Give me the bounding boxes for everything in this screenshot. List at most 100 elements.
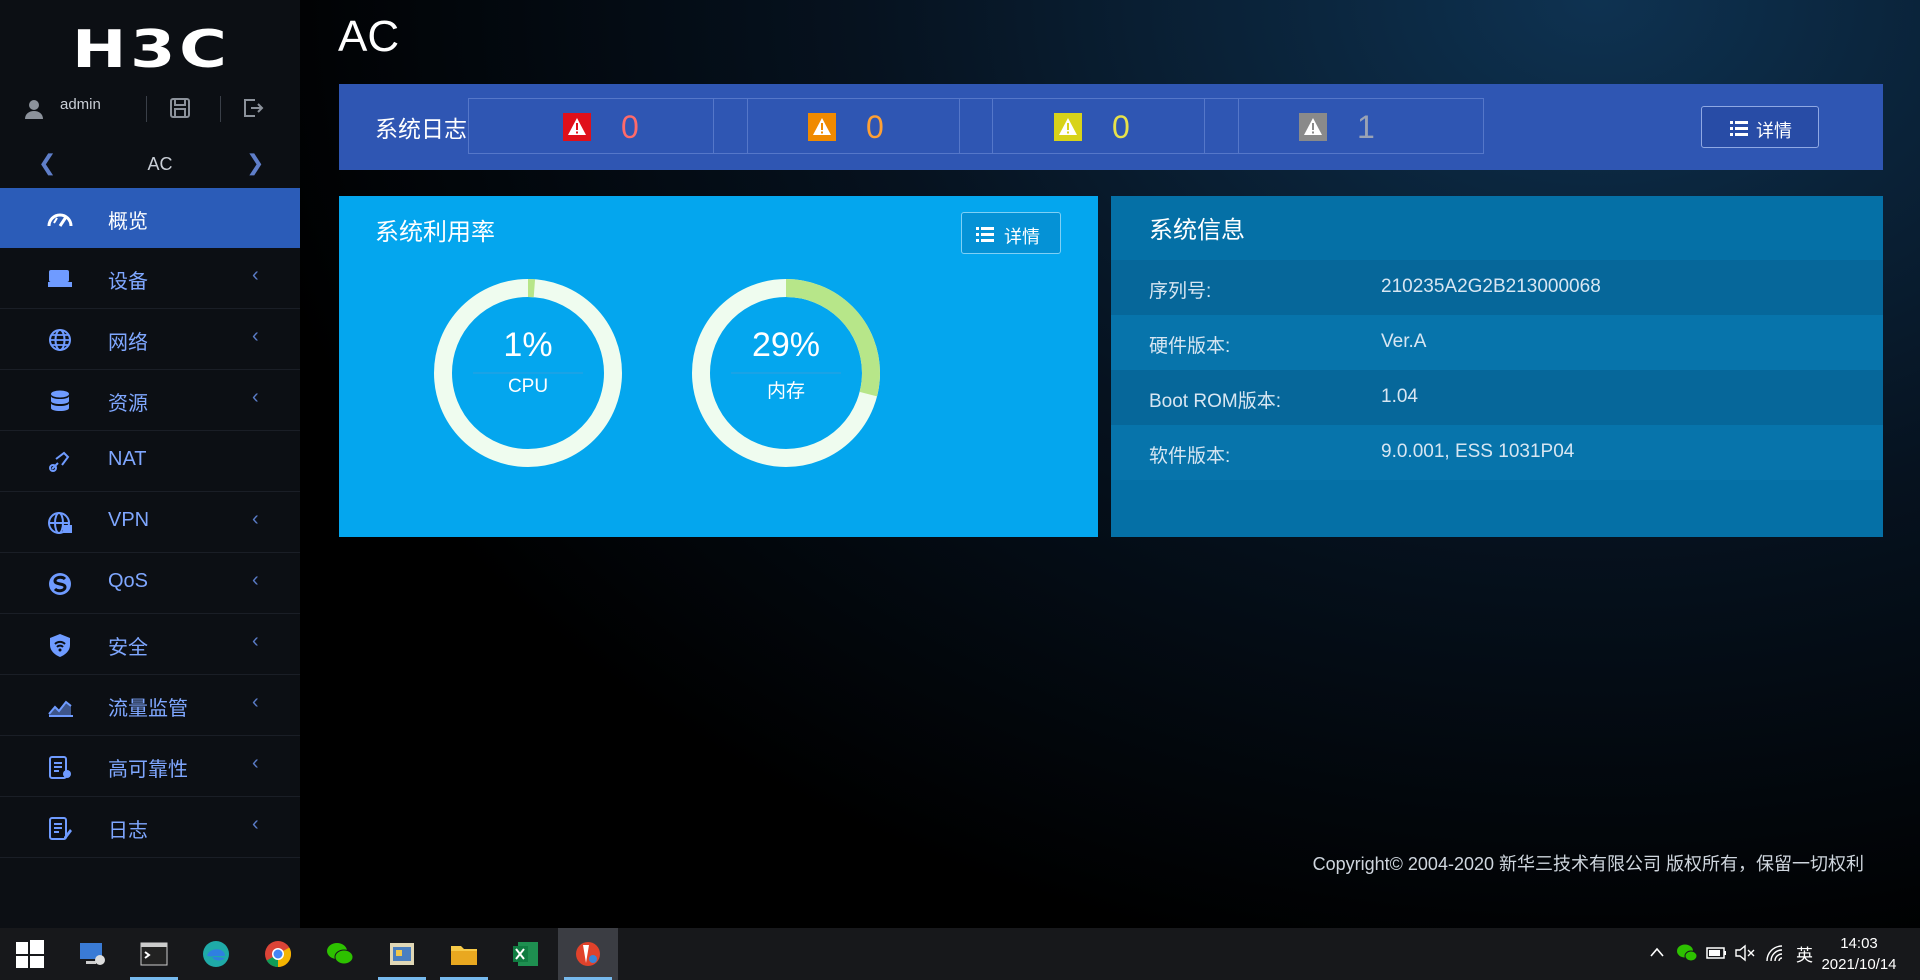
log-count: 0 [866,109,884,145]
ime-indicator[interactable]: 英 [1796,941,1813,966]
taskbar-app[interactable] [496,928,556,980]
user-icon [25,100,43,119]
log-detail-button[interactable]: 详情 [1701,106,1819,148]
warning-icon [1299,113,1327,141]
taskbar-app[interactable] [248,928,308,980]
log-level-box[interactable]: 0 [468,98,748,154]
page-title: AC [338,12,400,61]
network-icon[interactable] [1764,943,1786,963]
nav-item-9[interactable]: 高可靠性 ‹ [0,736,300,797]
gauge-ring [692,279,880,467]
warning-icon [563,113,591,141]
nav-item-label: 安全 [108,637,148,659]
chevron-right-icon[interactable]: ❯ [246,150,264,176]
usage-gauge: 29% 内存 [691,278,881,468]
taskbar-app[interactable] [62,928,122,980]
info-value: 210235A2G2B213000068 [1381,276,1601,297]
system-info-panel: 系统信息 序列号: 210235A2G2B213000068 硬件版本: Ver.A B… [1111,196,1883,537]
log-count: 0 [621,109,639,145]
log-level-box[interactable]: 0 [959,98,1239,154]
nav-item-label: NAT [108,448,147,470]
shield-icon [50,634,70,657]
taskbar-app[interactable] [372,928,432,980]
nav-item-label: 日志 [108,820,148,842]
battery-icon[interactable] [1706,945,1728,961]
taskbar-clock[interactable]: 14:03 2021/10/14 [1814,933,1904,975]
nav-item-7[interactable]: 安全 ‹ [0,614,300,675]
chevron-left-icon: ‹ [252,325,259,347]
nav-item-3[interactable]: 资源 ‹ [0,370,300,431]
taskbar-app[interactable] [310,928,370,980]
chevron-left-icon: ‹ [252,691,259,713]
chevron-up-icon[interactable] [1650,946,1664,958]
system-info-title: 系统信息 [1149,217,1245,244]
nav-item-6[interactable]: QoS ‹ [0,553,300,614]
file-explorer-icon [451,946,477,965]
reliability-icon [49,756,71,779]
info-row: 软件版本: 9.0.001, ESS 1031P04 [1111,425,1883,480]
utilization-title: 系统利用率 [375,219,495,246]
nav-item-label: 高可靠性 [108,759,188,781]
terminal-icon [140,942,168,966]
device-name: AC [147,154,173,174]
taskbar-app[interactable] [0,928,60,980]
nav-item-5[interactable]: VPN ‹ [0,492,300,553]
system-log-bar: 系统日志 0 0 0 1 详情 [339,84,1883,170]
taskbar-app[interactable] [186,928,246,980]
nav-item-8[interactable]: 流量监管 ‹ [0,675,300,736]
gauge-value: 1% [503,326,553,364]
info-row: 序列号: 210235A2G2B213000068 [1111,260,1883,315]
wechat-tray-icon[interactable] [1676,943,1698,963]
usage-gauge: 1% CPU [433,278,623,468]
warning-icon [1054,113,1082,141]
utilization-panel: 系统利用率 详情 1% CPU 29% 内存 [339,196,1098,537]
remote-desktop-icon [80,943,105,965]
h3c-logo: H3C [72,20,231,80]
volume-muted-icon[interactable] [1734,943,1756,963]
gauge-label: CPU [507,376,549,397]
nav-item-label: QoS [108,570,149,592]
nav-item-4[interactable]: NAT [0,431,300,492]
taskbar: 英 14:03 2021/10/14 [0,928,1920,980]
main-content: AC 系统日志 0 0 0 1 详情 系统利用率 详情 1% CPU 29% 内存 系统信息… [300,0,1920,928]
chrome-icon [265,941,292,968]
user-name[interactable]: admin [60,96,101,113]
gauge-value: 29% [751,326,821,364]
info-value: Ver.A [1381,331,1427,352]
chevron-left-icon: ‹ [252,630,259,652]
logout-icon[interactable] [240,96,264,120]
browser-app-icon [576,942,600,966]
wechat-icon [327,943,354,965]
log-level-box[interactable]: 1 [1204,98,1484,154]
database-icon [51,390,69,411]
chevron-left-icon: ‹ [252,813,259,835]
save-icon[interactable] [168,96,192,120]
nav-item-1[interactable]: 设备 ‹ [0,248,300,309]
info-key: 硬件版本: [1149,336,1231,357]
warning-icon [808,113,836,141]
info-key: Boot ROM版本: [1149,391,1281,412]
nav-item-label: 资源 [108,393,148,415]
info-key: 软件版本: [1149,446,1231,467]
log-detail-label: 详情 [1756,121,1792,141]
nav-menu: 概览 设备 ‹ 网络 ‹ 资源 ‹ NAT VPN ‹ QoS ‹ 安全 ‹ 流量监管 ‹ 高可靠性 ‹ 日志 ‹ [0,188,300,858]
nav-item-10[interactable]: 日志 ‹ [0,797,300,858]
taskbar-app[interactable] [434,928,494,980]
globe-icon [49,329,71,351]
nav-item-0[interactable]: 概览 [0,188,300,248]
taskbar-app[interactable] [124,928,184,980]
info-value: 1.04 [1381,386,1418,407]
nav-item-label: VPN [108,509,150,531]
log-count: 1 [1357,109,1375,145]
copyright-text: Copyright© 2004-2020 新华三技术有限公司 版权所有，保留一切… [1312,854,1864,874]
info-key: 序列号: [1149,281,1212,302]
nav-item-2[interactable]: 网络 ‹ [0,309,300,370]
nav-item-label: 概览 [108,211,148,233]
log-level-box[interactable]: 0 [713,98,993,154]
utilization-detail-label: 详情 [1004,227,1040,247]
clock-date: 2021/10/14 [1821,956,1897,973]
nat-link-icon [49,451,70,472]
utilization-detail-button[interactable]: 详情 [961,212,1061,254]
vpn-globe-icon [48,512,72,534]
taskbar-app[interactable] [558,928,618,980]
